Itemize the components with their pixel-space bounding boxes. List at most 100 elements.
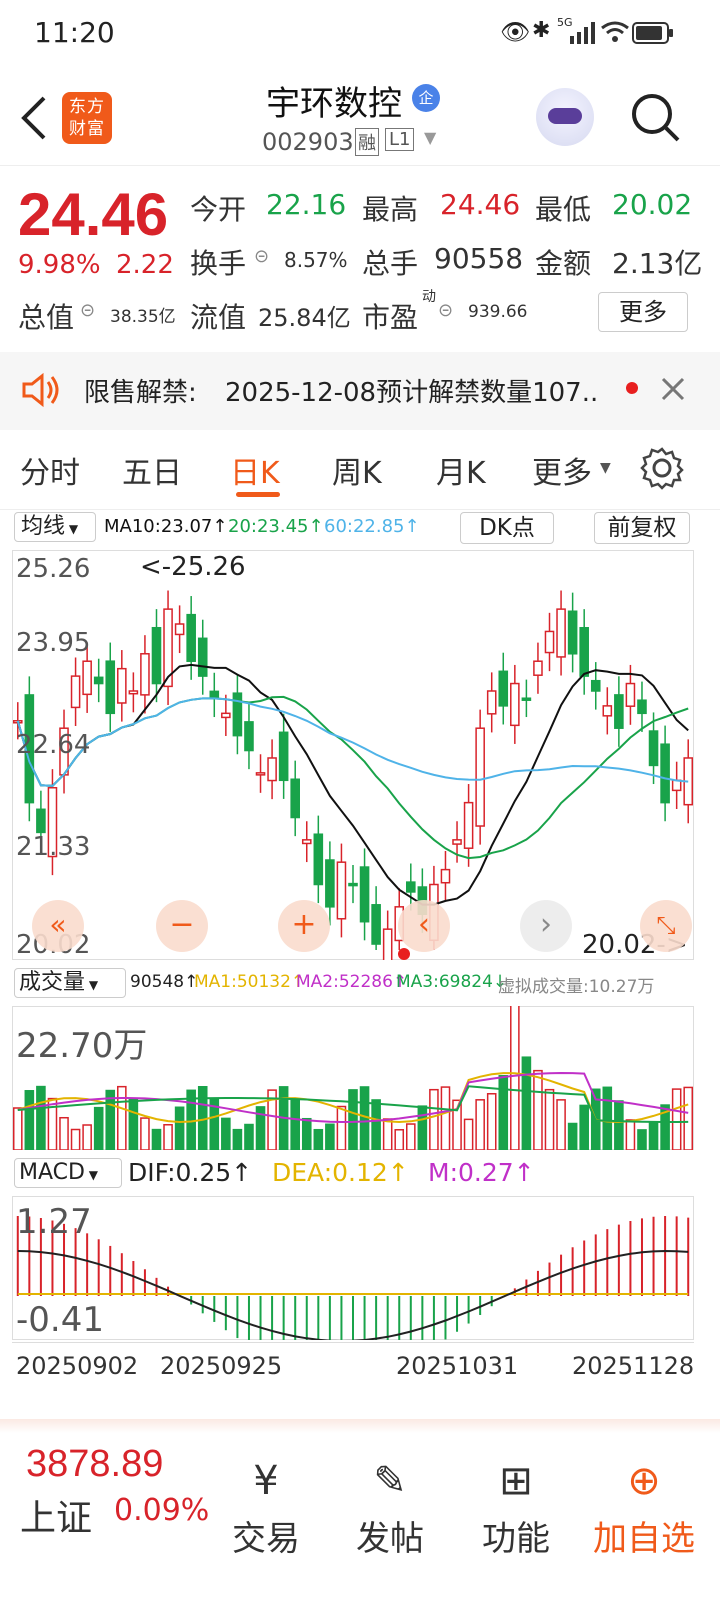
info-icon[interactable]: ⊝ bbox=[438, 300, 453, 321]
volume-bar bbox=[521, 1056, 532, 1150]
volume-bar bbox=[371, 1099, 381, 1150]
pe-dynamic-tag: 动 bbox=[422, 289, 436, 305]
volume-bar bbox=[625, 1119, 636, 1150]
candle-body bbox=[510, 682, 520, 727]
volume-bar bbox=[301, 1117, 312, 1150]
banner-edge bbox=[0, 1419, 720, 1433]
tab-monthly-k[interactable]: 月K bbox=[436, 448, 486, 492]
back-icon[interactable] bbox=[18, 96, 48, 140]
macd-dea: DEA:0.12↑ bbox=[272, 1158, 409, 1187]
tab-more[interactable]: 更多 bbox=[532, 448, 592, 492]
volume-ma3: MA3:69824↓ bbox=[396, 972, 508, 992]
info-icon[interactable]: ⊝ bbox=[80, 300, 95, 321]
float-value: 25.84亿 bbox=[258, 304, 351, 332]
info-icon[interactable]: ⊝ bbox=[254, 246, 269, 267]
high-value: 24.46 bbox=[440, 188, 521, 221]
close-icon[interactable] bbox=[660, 376, 686, 402]
zoom-out-icon[interactable]: − bbox=[156, 900, 208, 952]
grid-icon: ⊞ bbox=[499, 1458, 533, 1504]
open-value: 22.16 bbox=[266, 188, 347, 221]
macd-select[interactable]: MACD ▼ bbox=[14, 1158, 122, 1188]
candle-body bbox=[325, 859, 335, 908]
fullscreen-icon[interactable]: ⤡ bbox=[640, 900, 692, 952]
tab-weekly-k[interactable]: 周K bbox=[332, 448, 382, 492]
volume-bar bbox=[671, 1088, 682, 1150]
volume-bar bbox=[683, 1086, 694, 1150]
volume-bar bbox=[510, 1006, 520, 1150]
move-right-icon[interactable]: › bbox=[520, 900, 572, 952]
post-button[interactable]: ✎ 发帖 bbox=[350, 1451, 430, 1560]
function-button[interactable]: ⊞ 功能 bbox=[476, 1451, 556, 1560]
tab-five-day[interactable]: 五日 bbox=[122, 448, 182, 492]
volume-bar bbox=[117, 1085, 127, 1150]
signal-icon bbox=[570, 22, 595, 44]
tab-intraday[interactable]: 分时 bbox=[20, 448, 80, 492]
volume-ma2: MA2:52286↑ bbox=[296, 972, 408, 992]
search-icon[interactable] bbox=[630, 92, 682, 144]
trade-button[interactable]: ¥ 交易 bbox=[226, 1451, 306, 1560]
candle-body bbox=[255, 772, 266, 776]
candle-body bbox=[267, 757, 277, 782]
level-tag: L1 bbox=[385, 128, 415, 151]
volume-bar bbox=[59, 1116, 69, 1150]
enterprise-badge: 企 bbox=[412, 84, 440, 112]
candle-body bbox=[336, 861, 347, 920]
unlock-notice[interactable]: 限售解禁: 2025-12-08预计解禁数量107.. bbox=[0, 352, 720, 430]
candle-body bbox=[278, 731, 289, 782]
candle-body bbox=[117, 667, 127, 704]
more-quote-button[interactable]: 更多 bbox=[598, 292, 688, 332]
macd-chart[interactable] bbox=[12, 1196, 694, 1340]
volume-select[interactable]: 成交量 ▼ bbox=[14, 968, 126, 998]
kline-panel: 均线 ▼ MA10:23.07↑ 20:23.45↑ 60:22.85↑ DK点… bbox=[0, 510, 720, 1425]
volume-bar bbox=[579, 1104, 589, 1150]
volume-bar bbox=[417, 1105, 428, 1150]
chevron-down-icon[interactable]: ▼ bbox=[424, 128, 436, 147]
candle-body bbox=[463, 801, 474, 849]
index-value[interactable]: 3878.89 bbox=[26, 1443, 163, 1486]
index-name[interactable]: 上证 bbox=[20, 1489, 92, 1541]
active-tab-indicator bbox=[236, 492, 280, 497]
candle-body bbox=[93, 676, 104, 685]
low-label: 最低 bbox=[535, 193, 592, 226]
candlestick-chart[interactable] bbox=[12, 550, 694, 960]
volume-bar bbox=[406, 1123, 416, 1150]
volume-bar bbox=[24, 1090, 35, 1150]
candle-body bbox=[232, 692, 243, 737]
change-amount: 2.22 bbox=[116, 250, 174, 280]
ma-select[interactable]: 均线 ▼ bbox=[14, 512, 96, 542]
zoom-in-icon[interactable]: + bbox=[278, 900, 330, 952]
candle-body bbox=[533, 660, 543, 676]
app-logo[interactable]: 东方财富 bbox=[62, 92, 112, 144]
robot-assistant-icon[interactable] bbox=[536, 88, 594, 146]
fuquan-button[interactable]: 前复权 bbox=[594, 512, 690, 544]
dk-point-button[interactable]: DK点 bbox=[460, 512, 554, 544]
candle-body bbox=[105, 660, 116, 715]
scroll-left-fast-icon[interactable]: « bbox=[32, 900, 84, 952]
candle-body bbox=[671, 779, 682, 792]
volume-bar bbox=[429, 1088, 439, 1150]
volume-bar bbox=[359, 1086, 370, 1150]
unread-dot bbox=[626, 382, 638, 394]
y-tick: 25.26 bbox=[16, 554, 91, 584]
candle-body bbox=[301, 839, 312, 845]
volume-value: 90548↑ bbox=[130, 972, 199, 992]
tab-daily-k[interactable]: 日K bbox=[230, 448, 280, 492]
candle-body bbox=[151, 626, 162, 685]
candle-body bbox=[614, 694, 624, 729]
battery-icon bbox=[632, 22, 673, 44]
edit-icon: ✎ bbox=[373, 1458, 407, 1504]
index-percent[interactable]: 0.09% bbox=[114, 1493, 209, 1528]
chevron-down-icon: ▼ bbox=[600, 460, 611, 476]
add-watchlist-label: 加自选 bbox=[593, 1519, 695, 1559]
bluetooth-icon: ✱ bbox=[532, 18, 551, 43]
volume-bar bbox=[440, 1086, 451, 1150]
candle-body bbox=[174, 623, 185, 636]
move-left-icon[interactable]: ‹ bbox=[398, 900, 450, 952]
volume-bar bbox=[313, 1128, 324, 1150]
open-label: 今开 bbox=[190, 193, 247, 226]
add-watchlist-button[interactable]: ⊕ 加自选 bbox=[584, 1451, 704, 1560]
ma-line bbox=[16, 697, 689, 787]
function-label: 功能 bbox=[482, 1519, 550, 1559]
chevron-down-icon: ▼ bbox=[65, 522, 79, 536]
gear-icon[interactable] bbox=[640, 446, 684, 490]
